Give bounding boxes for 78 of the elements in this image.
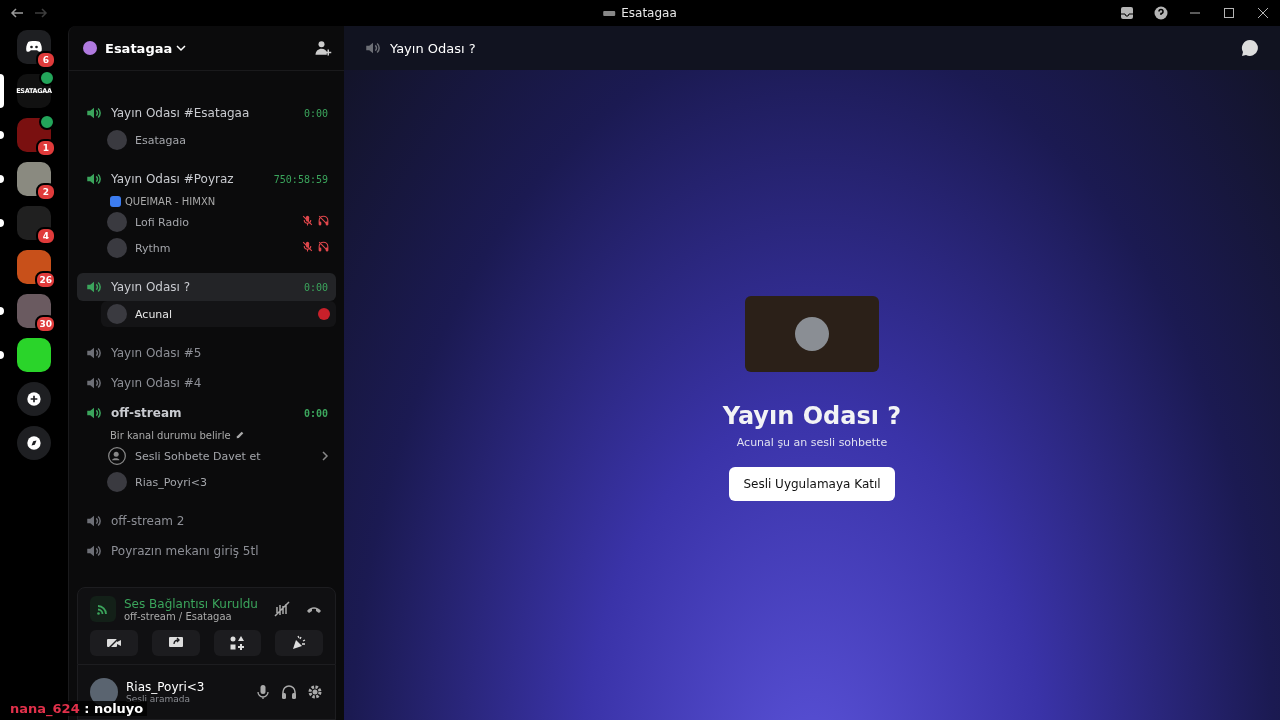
add-server-button[interactable]: [17, 382, 51, 416]
voice-location[interactable]: off-stream / Esatagaa: [124, 610, 258, 622]
voice-member[interactable]: Rythm: [101, 235, 336, 261]
voice-member[interactable]: Lofi Radio: [101, 209, 336, 235]
voice-channel[interactable]: Yayın Odası #4: [77, 369, 336, 397]
activities-icon: [229, 635, 246, 651]
channel-timer: 0:00: [303, 281, 328, 293]
voice-member[interactable]: Rias_Poyri<3: [101, 469, 336, 495]
mention-count: 1: [36, 139, 56, 157]
soundboard-button[interactable]: [275, 630, 323, 656]
inbox-icon[interactable]: [1120, 6, 1134, 20]
headphones-icon[interactable]: [281, 684, 297, 700]
channel-subtitle: Acunal şu an sesli sohbette: [736, 436, 888, 449]
settings-icon[interactable]: [307, 684, 323, 700]
screen-share-button[interactable]: [151, 630, 200, 656]
channel-timer: 0:00: [303, 107, 328, 119]
avatar: [107, 304, 127, 324]
avatar: [107, 130, 127, 150]
deafened-headphones-icon: [317, 214, 330, 227]
chat-bubble-icon[interactable]: [1240, 38, 1260, 58]
soundboard-icon: [291, 635, 308, 651]
window-title: Esatagaa: [621, 6, 677, 20]
mention-count: 2: [36, 183, 56, 201]
channel-timer: 0:00: [303, 407, 328, 419]
back-arrow-icon[interactable]: [10, 6, 24, 20]
mention-count: 4: [36, 227, 56, 245]
voice-channel[interactable]: Yayın Odası #Esatagaa 0:00: [77, 99, 336, 127]
muted-mic-icon: [301, 240, 314, 253]
invite-row[interactable]: Sesli Sohbete Davet et: [101, 443, 336, 469]
channel-activity: QUEIMAR - HIMXN: [125, 195, 216, 207]
activity-icon: [110, 195, 121, 207]
explore-button[interactable]: [17, 426, 51, 460]
camera-button[interactable]: [90, 630, 138, 656]
compass-icon: [24, 433, 44, 453]
microphone-icon[interactable]: [255, 684, 271, 700]
voice-indicator-icon: [39, 114, 55, 130]
invite-people-icon[interactable]: [314, 39, 332, 57]
voice-channel[interactable]: Yayın Odası #Poyraz 750:58:59: [77, 165, 336, 193]
username: Rias_Poyri<3: [126, 680, 205, 694]
maximize-icon[interactable]: [1222, 6, 1236, 20]
channel-heading: Yayın Odası ?: [722, 402, 902, 430]
voice-channel[interactable]: off-stream 0:00: [77, 399, 336, 427]
signal-icon[interactable]: [90, 596, 116, 622]
channel-timer: 750:58:59: [273, 173, 328, 185]
voice-channel[interactable]: Yayın Odası #5: [77, 339, 336, 367]
mention-count: 30: [35, 315, 56, 333]
mention-count: 26: [35, 271, 56, 289]
mention-count: 6: [36, 51, 56, 69]
deafened-headphones-icon: [317, 240, 330, 253]
avatar: [107, 238, 127, 258]
voice-channel[interactable]: Yayın Odası ? 0:00: [77, 273, 336, 301]
voice-member[interactable]: Acunal: [101, 301, 336, 327]
person-add-icon: [107, 446, 127, 466]
server-icon[interactable]: [17, 338, 51, 372]
plus-icon: [24, 389, 44, 409]
channel-status[interactable]: Bir kanal durumu belirle: [110, 429, 231, 441]
pencil-icon: [234, 430, 245, 440]
activities-button[interactable]: [213, 630, 262, 656]
avatar: [107, 212, 127, 232]
server-logo-icon: [603, 10, 616, 16]
muted-mic-icon: [301, 214, 314, 227]
close-icon[interactable]: [1256, 6, 1270, 20]
voice-indicator-icon: [39, 70, 55, 86]
connection-status: Ses Bağlantısı Kuruldu: [124, 596, 258, 611]
chevron-right-icon: [320, 451, 330, 461]
server-icon: [83, 41, 97, 55]
noise-suppression-icon[interactable]: [273, 600, 291, 618]
chevron-down-icon: [176, 43, 187, 53]
join-voice-button[interactable]: Sesli Uygulamaya Katıl: [729, 467, 895, 501]
help-icon[interactable]: [1154, 6, 1168, 20]
server-name[interactable]: Esatagaa: [105, 40, 187, 56]
voice-member[interactable]: Esatagaa: [101, 127, 336, 153]
channel-title: Yayın Odası ?: [390, 40, 476, 56]
avatar: [795, 317, 829, 351]
voice-channel[interactable]: off-stream 2: [77, 507, 336, 535]
avatar: [107, 472, 127, 492]
voice-channel[interactable]: Poyrazın mekanı giriş 5tl: [77, 537, 336, 565]
user-status: Sesli aramada: [126, 694, 192, 704]
